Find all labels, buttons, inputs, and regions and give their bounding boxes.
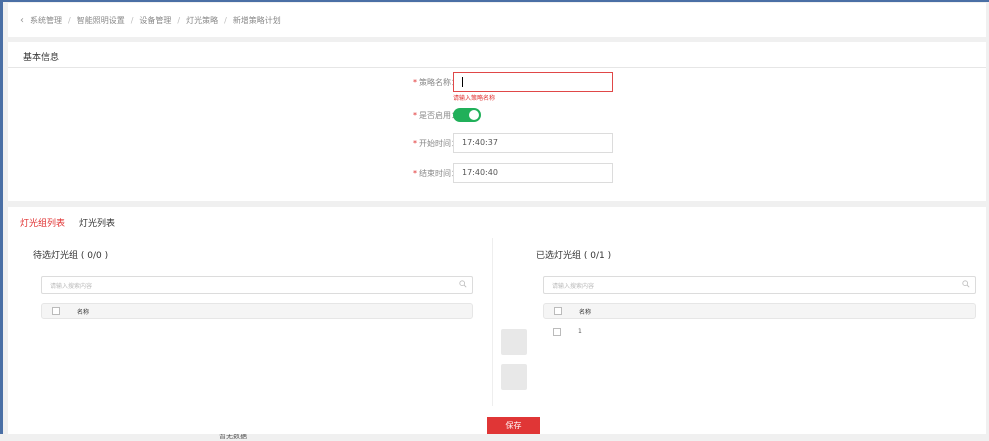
select-all-checkbox[interactable]: [52, 307, 60, 315]
transfer-left: 待选灯光组 ( 0/0 ) 请输入搜索内容 名称 暂无数据: [33, 248, 473, 440]
selected-groups-title: 已选灯光组 ( 0/1 ): [536, 251, 612, 261]
search-icon[interactable]: [962, 280, 970, 288]
move-left-button[interactable]: [501, 364, 527, 390]
search-placeholder: 请输入搜索内容: [552, 283, 595, 290]
move-right-button[interactable]: [501, 329, 527, 355]
form-row-end: * 结束时间： 17:40:40: [8, 163, 986, 185]
divider: [8, 67, 986, 68]
strategy-name-error: 请输入策略名称: [453, 95, 496, 102]
tab-light-list[interactable]: 灯光列表: [79, 216, 115, 232]
breadcrumb-item[interactable]: 系统管理: [30, 15, 62, 26]
form-row-name: * 策略名称：: [8, 72, 986, 94]
breadcrumb-current: 新增策略计划: [232, 15, 281, 25]
row-checkbox[interactable]: [553, 328, 561, 336]
window-border: [0, 0, 3, 434]
enable-toggle[interactable]: [453, 108, 481, 122]
transfer-right: 已选灯光组 ( 0/1 ) 请输入搜索内容 名称 1: [536, 248, 976, 336]
strategy-name-input[interactable]: [453, 72, 613, 92]
available-groups-title: 待选灯光组 ( 0/0 ): [33, 251, 109, 261]
tab-bar: 灯光组列表 灯光列表: [20, 216, 129, 232]
back-icon[interactable]: ‹: [20, 15, 24, 26]
right-search-input[interactable]: 请输入搜索内容: [543, 276, 976, 294]
toggle-knob: [469, 110, 479, 120]
left-search-input[interactable]: 请输入搜索内容: [41, 276, 473, 294]
breadcrumb-item[interactable]: 智能照明设置: [77, 15, 125, 26]
breadcrumb-item[interactable]: 灯光策略: [186, 15, 218, 26]
name-column-header: 名称: [77, 309, 90, 316]
form-row-enable: * 是否启用：: [8, 105, 986, 127]
section-title-basic-info: 基本信息: [23, 53, 60, 63]
divider: [492, 238, 493, 406]
divider: [8, 201, 986, 207]
start-time-input[interactable]: 17:40:37: [453, 133, 613, 153]
breadcrumb: ‹ 系统管理 / 智能照明设置 / 设备管理 / 灯光策略 / 新增策略计划: [8, 3, 986, 37]
content-panel: 基本信息 * 策略名称： 请输入策略名称 * 是否启用： * 开始时间： 17:40:…: [8, 42, 986, 440]
row-name: 1: [578, 328, 582, 335]
window-border-top: [0, 0, 989, 2]
text-cursor: [462, 77, 463, 87]
search-placeholder: 请输入搜索内容: [50, 283, 93, 290]
end-time-input[interactable]: 17:40:40: [453, 163, 613, 183]
right-list-header: 名称: [543, 303, 976, 319]
search-icon[interactable]: [459, 280, 467, 288]
tab-light-group-list[interactable]: 灯光组列表: [20, 216, 65, 232]
save-button[interactable]: 保存: [487, 417, 540, 434]
left-list-header: 名称: [41, 303, 473, 319]
name-column-header: 名称: [579, 309, 592, 316]
breadcrumb-item[interactable]: 设备管理: [139, 15, 171, 26]
select-all-checkbox[interactable]: [554, 307, 562, 315]
form-row-start: * 开始时间： 17:40:37: [8, 133, 986, 155]
list-item[interactable]: 1: [543, 326, 976, 340]
app-frame: ‹ 系统管理 / 智能照明设置 / 设备管理 / 灯光策略 / 新增策略计划 基本信息 …: [0, 0, 989, 440]
